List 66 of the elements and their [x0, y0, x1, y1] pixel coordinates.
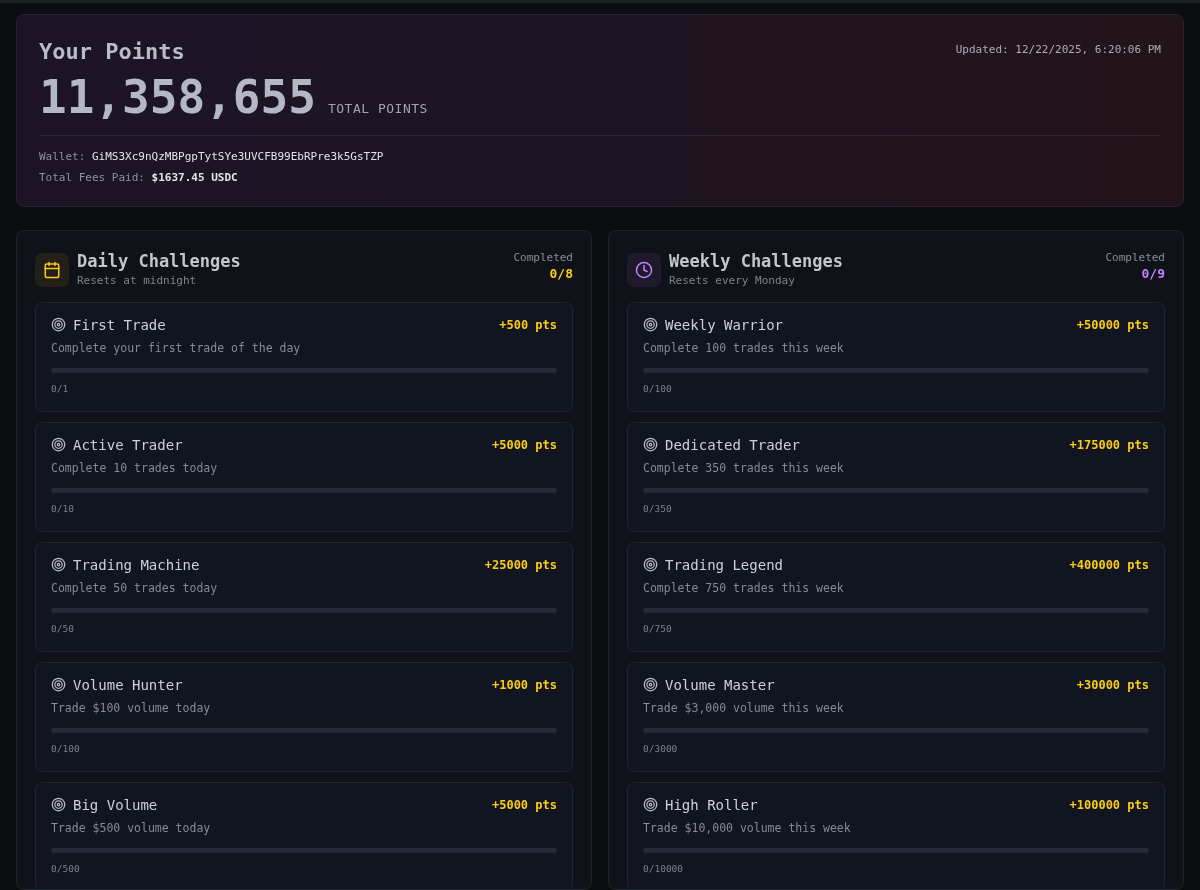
challenge-title: Volume Master	[665, 676, 775, 693]
updated-time: Updated: 12/22/2025, 6:20:06 PM	[955, 43, 1161, 56]
challenge-description: Complete 10 trades today	[51, 460, 219, 475]
target-icon	[643, 797, 658, 813]
challenge-title: Trading Machine	[73, 556, 200, 573]
completed-label: Completed	[513, 250, 573, 264]
points-title: Your Points	[39, 39, 185, 64]
fees-line: Total Fees Paid: $1637.45 USDC	[39, 170, 239, 184]
panel-title: Weekly Challenges	[669, 250, 843, 271]
progress-count: 0/500	[51, 862, 81, 874]
completed-count: 0/8	[549, 265, 573, 281]
clock-icon	[635, 260, 653, 279]
reward-points: +500 pts	[499, 317, 557, 332]
wallet-line: Wallet: GiMS3Xc9nQzMBPgpTytSYe3UVCFB99EbRPre3k5GsTZP	[39, 149, 385, 163]
total-points-label: TOTAL POINTS	[327, 101, 428, 116]
progress-count: 0/10	[51, 502, 75, 514]
panel-subtitle: Resets at midnight	[77, 273, 198, 287]
progress-count: 0/50	[51, 622, 75, 634]
reward-points: +25000 pts	[484, 557, 557, 572]
panel-title: Daily Challenges	[77, 250, 241, 271]
target-icon	[51, 317, 66, 333]
challenge-title: Weekly Warrior	[665, 316, 783, 333]
challenge-title: Dedicated Trader	[665, 436, 800, 453]
progress-count: 0/100	[51, 742, 81, 754]
progress-count: 0/3000	[643, 742, 679, 754]
challenge-title: First Trade	[73, 316, 166, 333]
target-icon	[51, 797, 66, 813]
challenge-description: Complete your first trade of the day	[51, 340, 302, 355]
challenge-description: Trade $10,000 volume this week	[643, 820, 852, 835]
reward-points: +1000 pts	[491, 677, 557, 692]
challenge-description: Trade $3,000 volume this week	[643, 700, 845, 715]
challenge-title: Big Volume	[73, 796, 158, 813]
challenge-description: Complete 50 trades today	[51, 580, 219, 595]
target-icon	[643, 677, 658, 693]
reward-points: +100000 pts	[1069, 797, 1149, 812]
reward-points: +5000 pts	[491, 797, 557, 812]
completed-label: Completed	[1105, 250, 1165, 264]
target-icon	[643, 317, 658, 333]
progress-count: 0/1	[51, 382, 70, 394]
challenge-description: Trade $500 volume today	[51, 820, 212, 835]
reward-points: +30000 pts	[1076, 677, 1149, 692]
reward-points: +175000 pts	[1069, 437, 1149, 452]
reward-points: +5000 pts	[491, 437, 557, 452]
total-points: 11,358,655	[39, 72, 316, 123]
target-icon	[643, 557, 658, 573]
challenge-title: Active Trader	[73, 436, 183, 453]
panel-subtitle: Resets every Monday	[669, 273, 796, 287]
challenge-description: Complete 100 trades this week	[643, 340, 845, 355]
progress-count: 0/100	[643, 382, 673, 394]
target-icon	[51, 437, 66, 453]
challenge-title: Trading Legend	[665, 556, 783, 573]
reward-points: +50000 pts	[1076, 317, 1149, 332]
calendar-icon	[43, 260, 61, 279]
completed-count: 0/9	[1141, 265, 1165, 281]
challenge-title: Volume Hunter	[73, 676, 183, 693]
progress-count: 0/350	[643, 502, 673, 514]
challenge-description: Complete 350 trades this week	[643, 460, 845, 475]
challenge-title: High Roller	[665, 796, 758, 813]
reward-points: +400000 pts	[1069, 557, 1149, 572]
progress-count: 0/750	[643, 622, 673, 634]
challenge-description: Complete 750 trades this week	[643, 580, 845, 595]
progress-count: 0/10000	[643, 862, 685, 874]
target-icon	[51, 557, 66, 573]
target-icon	[643, 437, 658, 453]
target-icon	[51, 677, 66, 693]
challenge-description: Trade $100 volume today	[51, 700, 212, 715]
